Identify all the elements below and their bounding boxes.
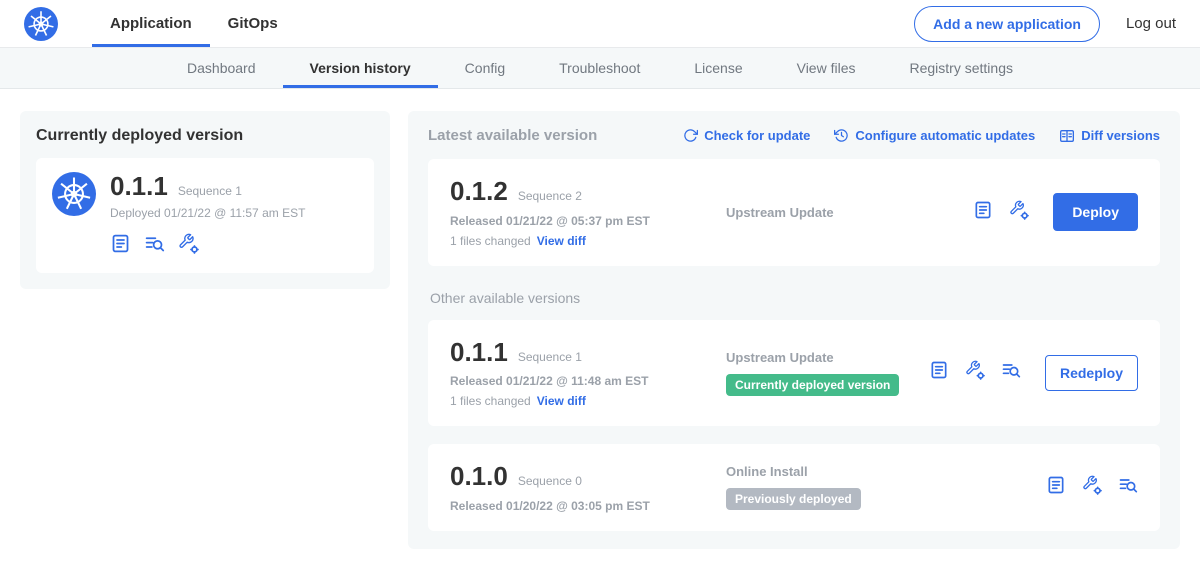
subnav-item-version-history[interactable]: Version history xyxy=(283,48,438,88)
diff-versions-label: Diff versions xyxy=(1081,128,1160,143)
nav-tab-application[interactable]: Application xyxy=(92,0,210,47)
redeploy-button[interactable]: Redeploy xyxy=(1045,355,1138,391)
view-diff-link[interactable]: View diff xyxy=(537,234,586,248)
history-header-links: Check for update Configure automatic upd… xyxy=(683,128,1160,144)
version-card: 0.1.0 Sequence 0 Released 01/20/22 @ 03:… xyxy=(428,444,1160,531)
config-icon[interactable] xyxy=(965,360,985,385)
brand xyxy=(24,0,58,47)
main-content: Currently deployed version xyxy=(0,89,1200,571)
version-card-actions: Deploy xyxy=(973,193,1138,231)
source-label: Upstream Update xyxy=(726,350,929,365)
latest-available-title: Latest available version xyxy=(428,127,597,144)
deployed-panel-title: Currently deployed version xyxy=(36,127,374,145)
config-icon[interactable] xyxy=(1082,475,1102,500)
release-notes-icon[interactable] xyxy=(110,233,131,259)
schedule-update-icon xyxy=(834,128,849,143)
version-card: 0.1.1 Sequence 1 Released 01/21/22 @ 11:… xyxy=(428,320,1160,427)
deployed-version-card: 0.1.1 Sequence 1 Deployed 01/21/22 @ 11:… xyxy=(36,158,374,273)
view-diff-link[interactable]: View diff xyxy=(537,394,586,408)
source-label: Online Install xyxy=(726,464,1046,479)
sequence-label: Sequence 2 xyxy=(518,189,582,203)
subnav-item-license[interactable]: License xyxy=(667,48,769,88)
diff-icon[interactable] xyxy=(1001,360,1021,385)
nav-tab-gitops[interactable]: GitOps xyxy=(210,0,296,47)
previously-deployed-badge: Previously deployed xyxy=(726,488,861,510)
files-changed-line: 1 files changed View diff xyxy=(450,234,718,248)
version-card-info: 0.1.2 Sequence 2 Released 01/21/22 @ 05:… xyxy=(450,177,718,248)
version-card-actions: Redeploy xyxy=(929,355,1138,391)
source-label: Upstream Update xyxy=(726,205,973,220)
diff-icon[interactable] xyxy=(144,233,165,259)
version-number: 0.1.2 xyxy=(450,177,508,206)
version-card-latest: 0.1.2 Sequence 2 Released 01/21/22 @ 05:… xyxy=(428,159,1160,266)
currently-deployed-badge: Currently deployed version xyxy=(726,374,899,396)
app-icon xyxy=(52,172,96,259)
version-number: 0.1.1 xyxy=(450,338,508,367)
configure-updates-link[interactable]: Configure automatic updates xyxy=(834,128,1035,144)
top-nav: Application GitOps Add a new application… xyxy=(0,0,1200,48)
version-history-panel: Latest available version Check for updat… xyxy=(408,111,1180,549)
release-notes-icon[interactable] xyxy=(973,200,993,225)
subnav-item-dashboard[interactable]: Dashboard xyxy=(160,48,283,88)
version-card-info: 0.1.0 Sequence 0 Released 01/20/22 @ 03:… xyxy=(450,462,718,513)
kubernetes-logo-icon xyxy=(24,7,58,41)
check-for-update-label: Check for update xyxy=(704,128,810,143)
deployed-card-actions xyxy=(110,233,305,259)
other-versions-title: Other available versions xyxy=(430,290,1160,306)
files-changed-line: 1 files changed View diff xyxy=(450,394,718,408)
deployed-timestamp: Deployed 01/21/22 @ 11:57 am EST xyxy=(110,206,305,220)
currently-deployed-panel: Currently deployed version xyxy=(20,111,390,289)
diff-icon[interactable] xyxy=(1118,475,1138,500)
topnav-right: Add a new application Log out xyxy=(914,0,1176,47)
deployed-sequence-label: Sequence 1 xyxy=(178,184,242,198)
subnav-item-troubleshoot[interactable]: Troubleshoot xyxy=(532,48,667,88)
version-number: 0.1.0 xyxy=(450,462,508,491)
files-changed-count: 1 files changed xyxy=(450,234,531,248)
main-tabs: Application GitOps xyxy=(92,0,296,47)
version-card-source: Upstream Update xyxy=(718,205,973,220)
deployed-version-info: 0.1.1 Sequence 1 Deployed 01/21/22 @ 11:… xyxy=(110,172,305,259)
refresh-icon xyxy=(683,128,698,143)
release-notes-icon[interactable] xyxy=(1046,475,1066,500)
version-card-source: Upstream Update Currently deployed versi… xyxy=(718,350,929,396)
version-card-info: 0.1.1 Sequence 1 Released 01/21/22 @ 11:… xyxy=(450,338,718,409)
check-for-update-link[interactable]: Check for update xyxy=(683,128,810,144)
subnav-item-registry-settings[interactable]: Registry settings xyxy=(883,48,1040,88)
columns-diff-icon xyxy=(1059,128,1075,144)
files-changed-count: 1 files changed xyxy=(450,394,531,408)
released-timestamp: Released 01/21/22 @ 11:48 am EST xyxy=(450,374,718,388)
version-card-actions xyxy=(1046,475,1138,500)
subnav-item-config[interactable]: Config xyxy=(438,48,532,88)
config-icon[interactable] xyxy=(178,233,199,259)
logout-link[interactable]: Log out xyxy=(1126,15,1176,32)
app-subnav: Dashboard Version history Config Trouble… xyxy=(0,48,1200,89)
release-notes-icon[interactable] xyxy=(929,360,949,385)
add-application-button[interactable]: Add a new application xyxy=(914,6,1100,42)
config-icon[interactable] xyxy=(1009,200,1029,225)
configure-updates-label: Configure automatic updates xyxy=(855,128,1035,143)
subnav-item-view-files[interactable]: View files xyxy=(770,48,883,88)
deployed-version-number: 0.1.1 xyxy=(110,172,168,201)
deploy-button[interactable]: Deploy xyxy=(1053,193,1138,231)
sequence-label: Sequence 1 xyxy=(518,350,582,364)
version-card-source: Online Install Previously deployed xyxy=(718,464,1046,510)
diff-versions-link[interactable]: Diff versions xyxy=(1059,128,1160,144)
sequence-label: Sequence 0 xyxy=(518,474,582,488)
released-timestamp: Released 01/20/22 @ 03:05 pm EST xyxy=(450,499,718,513)
released-timestamp: Released 01/21/22 @ 05:37 pm EST xyxy=(450,214,718,228)
history-header: Latest available version Check for updat… xyxy=(428,127,1160,144)
